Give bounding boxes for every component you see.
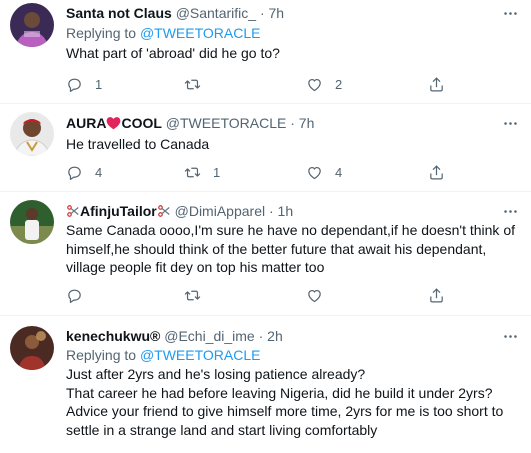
tweet[interactable]: Santa not Claus @Santarific_ · 7h Replyi… xyxy=(0,0,531,104)
tweet-text: Just after 2yrs and he's losing patience… xyxy=(66,365,521,439)
replying-to-link[interactable]: @TWEETORACLE xyxy=(140,347,261,363)
avatar[interactable] xyxy=(10,3,54,47)
share-button[interactable] xyxy=(428,162,445,182)
tweet[interactable]: AURA COOL @TWEETORACLE · 7h He travelled … xyxy=(0,104,531,192)
action-bar: 4 1 4 xyxy=(66,162,466,182)
retweet-icon xyxy=(184,76,201,93)
retweet-icon xyxy=(184,287,201,304)
like-icon xyxy=(306,76,323,93)
replying-to-link[interactable]: @TWEETORACLE xyxy=(140,25,261,41)
avatar[interactable] xyxy=(10,112,54,156)
tweet-text-line: That career he had before leaving Nigeri… xyxy=(66,384,493,401)
like-count: 2 xyxy=(335,76,343,92)
display-name-text: AfinjuTailor xyxy=(80,203,157,219)
display-name[interactable]: Santa not Claus xyxy=(66,5,172,21)
retweet-icon xyxy=(184,164,201,181)
more-icon[interactable] xyxy=(501,114,519,132)
action-bar xyxy=(66,285,466,305)
retweet-count: 1 xyxy=(213,164,221,180)
red-heart-emoji xyxy=(107,117,121,130)
reply-count: 1 xyxy=(95,76,103,92)
tweet-header: kenechukwu® @Echi_di_ime · 2h xyxy=(66,327,283,345)
timestamp[interactable]: 1h xyxy=(278,203,294,219)
more-icon[interactable] xyxy=(501,327,519,345)
dot-separator: · xyxy=(259,5,265,21)
avatar[interactable] xyxy=(10,326,54,370)
like-icon xyxy=(306,287,323,304)
replying-to: Replying to @TWEETORACLE xyxy=(66,24,260,42)
dot-separator: · xyxy=(268,203,274,219)
scissors-emoji xyxy=(157,205,170,217)
like-button[interactable] xyxy=(306,285,323,305)
reply-icon xyxy=(66,164,83,181)
like-count: 4 xyxy=(335,164,343,180)
tweet-header: Santa not Claus @Santarific_ · 7h xyxy=(66,4,284,22)
display-name-part1: AURA xyxy=(66,115,107,131)
handle[interactable]: @Echi_di_ime xyxy=(164,328,254,344)
retweet-button[interactable]: 1 xyxy=(184,162,220,182)
tweet[interactable]: AfinjuTailor @DimiApparel · 1h Same Cana… xyxy=(0,192,531,316)
reply-icon xyxy=(66,287,83,304)
display-name[interactable]: AURA COOL xyxy=(66,115,162,131)
scissors-emoji xyxy=(67,205,79,217)
avatar[interactable] xyxy=(10,200,54,244)
replying-to-label: Replying to xyxy=(66,25,140,41)
reply-count: 4 xyxy=(95,164,103,180)
dot-separator: · xyxy=(258,328,264,344)
reply-icon xyxy=(66,76,83,93)
display-name[interactable]: AfinjuTailor xyxy=(66,203,171,219)
tweet[interactable]: kenechukwu® @Echi_di_ime · 2h Replying t… xyxy=(0,316,531,453)
share-icon xyxy=(428,164,445,181)
tweet-text: He travelled to Canada xyxy=(66,136,210,152)
handle[interactable]: @TWEETORACLE xyxy=(166,115,287,131)
tweet-text: Same Canada oooo,I'm sure he have no dep… xyxy=(66,222,515,275)
more-icon[interactable] xyxy=(501,4,519,22)
like-button[interactable]: 2 xyxy=(306,74,342,94)
action-bar: 1 2 xyxy=(66,74,466,94)
replying-to-label: Replying to xyxy=(66,347,140,363)
reply-button[interactable] xyxy=(66,285,83,305)
tweet-header: AURA COOL @TWEETORACLE · 7h xyxy=(66,114,314,132)
dot-separator: · xyxy=(290,115,295,131)
handle[interactable]: @DimiApparel xyxy=(175,203,265,219)
tweet-text-line: Just after 2yrs and he's losing patience… xyxy=(66,366,366,382)
retweet-button[interactable] xyxy=(184,74,213,94)
timestamp[interactable]: 7h xyxy=(269,5,285,21)
share-icon xyxy=(428,76,445,93)
timestamp[interactable]: 7h xyxy=(299,115,315,131)
more-icon[interactable] xyxy=(501,202,519,220)
tweet-header: AfinjuTailor @DimiApparel · 1h xyxy=(66,202,293,220)
like-icon xyxy=(306,164,323,181)
replying-to: Replying to @TWEETORACLE xyxy=(66,346,260,364)
display-name-part2: COOL xyxy=(121,115,162,131)
reply-button[interactable]: 1 xyxy=(66,74,102,94)
reply-button[interactable]: 4 xyxy=(66,162,102,182)
share-button[interactable] xyxy=(428,74,445,94)
tweet-text-line: Advice your friend to give himself more … xyxy=(66,403,504,438)
share-icon xyxy=(428,287,445,304)
timestamp[interactable]: 2h xyxy=(267,328,283,344)
handle[interactable]: @Santarific_ xyxy=(176,5,256,21)
tweet-text: What part of 'abroad' did he go to? xyxy=(66,45,280,61)
like-button[interactable]: 4 xyxy=(306,162,342,182)
share-button[interactable] xyxy=(428,285,445,305)
retweet-button[interactable] xyxy=(184,285,201,305)
display-name[interactable]: kenechukwu® xyxy=(66,328,160,344)
